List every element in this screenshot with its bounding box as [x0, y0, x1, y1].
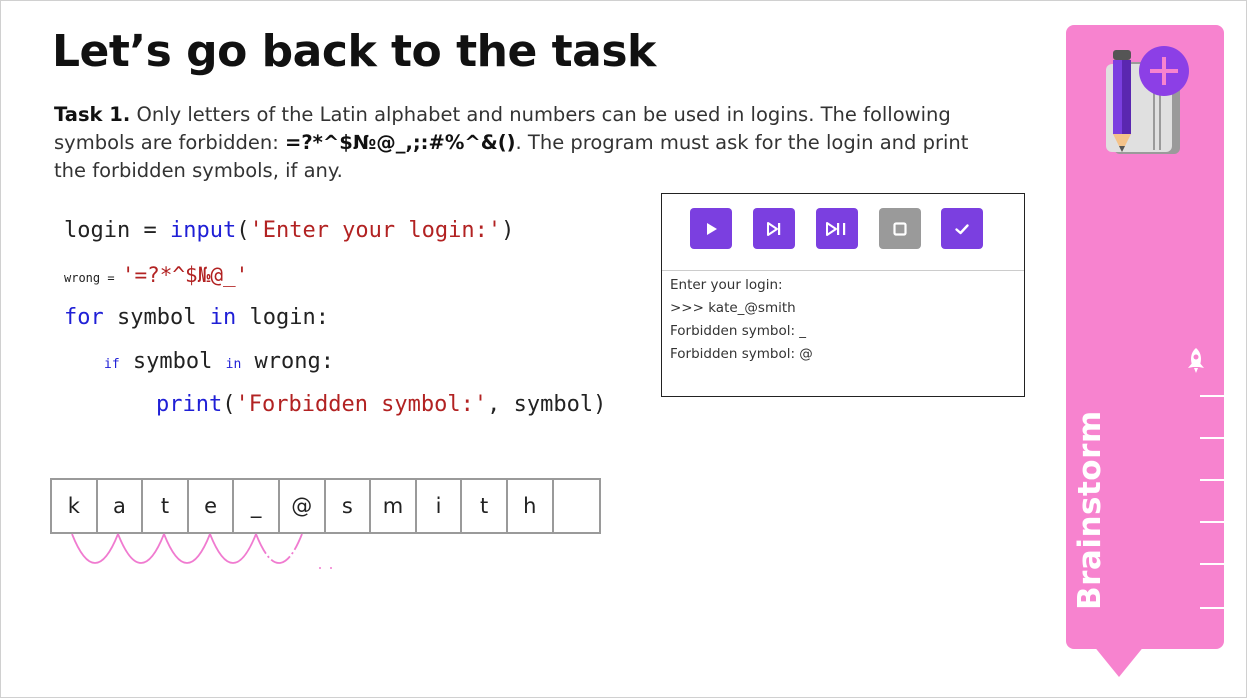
iteration-arcs	[71, 533, 332, 569]
code-token: wrong:	[241, 349, 334, 374]
stop-icon	[893, 221, 907, 236]
console-output: Enter your login: >>> kate_@smith Forbid…	[670, 274, 813, 366]
code-token: if	[104, 357, 120, 372]
char-cell: i	[417, 480, 463, 532]
arc	[117, 533, 165, 564]
dot	[330, 567, 332, 569]
code-line-4: if symbol in wrong:	[104, 349, 334, 374]
arc	[163, 533, 211, 564]
char-cell: @	[280, 480, 326, 532]
task-description: Task 1. Only letters of the Latin alphab…	[54, 101, 999, 185]
console-toolbar	[662, 194, 1024, 271]
console-line: >>> kate_@smith	[670, 300, 796, 316]
ruler-ticks	[1200, 395, 1224, 609]
arc	[255, 533, 303, 564]
code-token: in	[209, 305, 237, 330]
code-token: )	[501, 218, 515, 243]
char-cell: a	[98, 480, 144, 532]
notebook-pencil-icon	[1106, 46, 1189, 154]
task-label: Task 1.	[54, 103, 131, 126]
code-token: symbol	[119, 349, 226, 374]
brainstorm-label: Brainstorm	[1072, 410, 1108, 610]
dot	[319, 567, 321, 569]
code-line-3: for symbol in login:	[64, 305, 329, 330]
code-token: in	[225, 357, 242, 372]
char-cell: k	[52, 480, 98, 532]
char-cell: e	[189, 480, 235, 532]
code-token: print	[156, 392, 223, 417]
code-token: )	[593, 392, 607, 417]
panel-pointer	[1093, 645, 1145, 677]
step-over-icon	[767, 221, 781, 236]
code-token: 'Enter your login:'	[249, 218, 502, 243]
code-token: for	[64, 305, 104, 330]
code-token: wrong	[64, 271, 101, 285]
code-token: 'Forbidden symbol:'	[235, 392, 488, 417]
code-line-5: print('Forbidden symbol:', symbol)	[156, 392, 606, 417]
code-token: =	[130, 218, 170, 243]
char-cell: t	[143, 480, 189, 532]
step-into-button[interactable]	[816, 208, 858, 249]
stop-button[interactable]	[879, 208, 921, 249]
char-cell: s	[326, 480, 372, 532]
code-token: login:	[236, 305, 329, 330]
login-characters: k a t e _ @ s m i t h	[50, 478, 602, 534]
check-button[interactable]	[941, 208, 983, 249]
step-button[interactable]	[753, 208, 795, 249]
code-token: '=?*^$№@_'	[121, 263, 249, 287]
console-line: Enter your login:	[670, 277, 783, 293]
char-cell: m	[371, 480, 417, 532]
char-cell: _	[234, 480, 280, 532]
code-line-1: login = input('Enter your login:')	[64, 218, 514, 243]
code-token: , symbol	[487, 392, 594, 417]
console-line: Forbidden symbol: @	[670, 346, 813, 362]
step-into-icon	[826, 221, 846, 236]
play-icon	[707, 222, 717, 235]
char-cell: t	[462, 480, 508, 532]
console-window: Enter your login: >>> kate_@smith Forbid…	[661, 193, 1025, 397]
page-title: Let’s go back to the task	[52, 26, 656, 77]
arc	[209, 533, 257, 564]
check-icon	[955, 223, 969, 234]
code-token: input	[169, 218, 237, 243]
char-cell: h	[508, 480, 554, 532]
code-token: (	[236, 218, 250, 243]
char-cell	[554, 480, 600, 532]
run-button[interactable]	[690, 208, 732, 249]
code-token: symbol	[103, 305, 210, 330]
code-token: =	[100, 271, 122, 285]
code-line-2: wrong = '=?*^$№@_'	[64, 263, 248, 287]
rocket-icon	[1188, 348, 1204, 373]
code-token: (	[222, 392, 236, 417]
code-token: login	[64, 218, 131, 243]
arc	[71, 533, 119, 564]
console-line: Forbidden symbol: _	[670, 323, 807, 339]
forbidden-symbols: =?*^$№@_,;:#%^&()	[285, 131, 516, 154]
